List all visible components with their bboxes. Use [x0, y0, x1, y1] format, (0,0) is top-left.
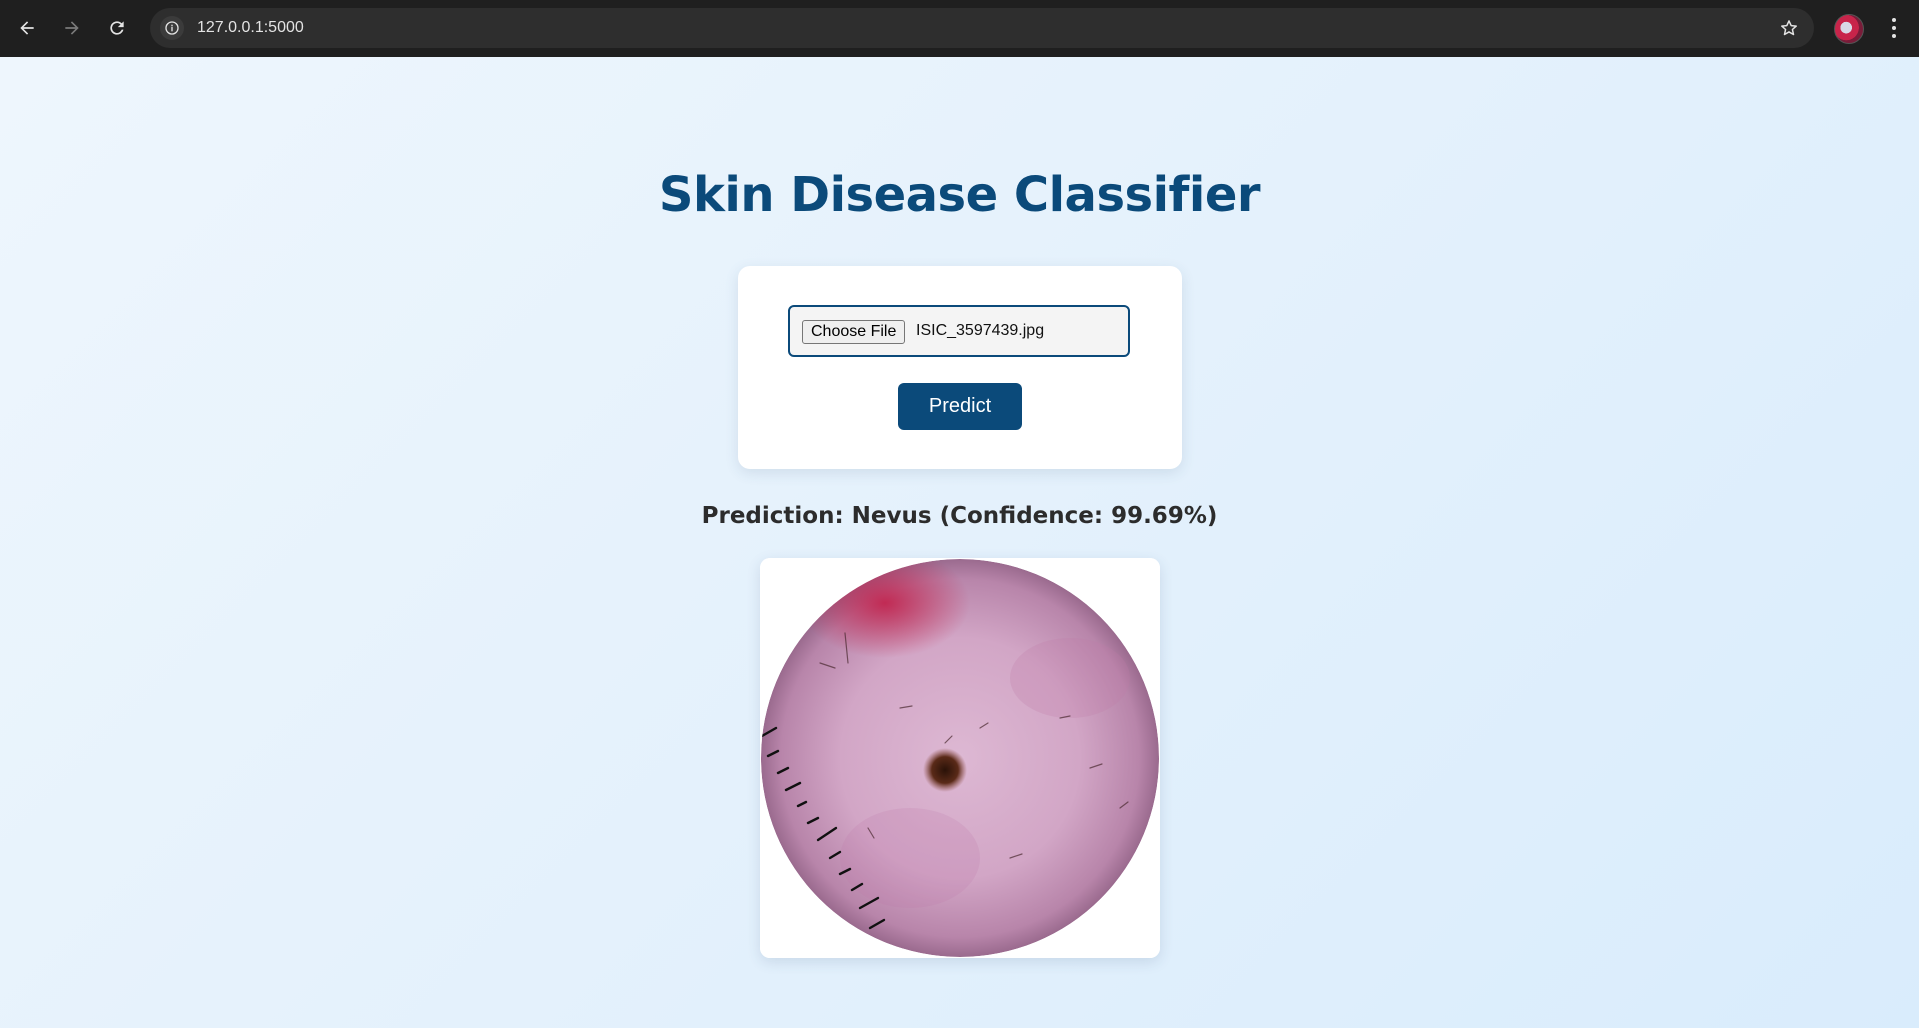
- choose-file-button[interactable]: Choose File: [802, 320, 906, 344]
- address-bar[interactable]: 127.0.0.1:5000: [150, 8, 1814, 48]
- back-arrow-icon: [20, 21, 34, 35]
- page-title: Skin Disease Classifier: [658, 167, 1261, 223]
- predict-button[interactable]: Predict: [898, 383, 1022, 430]
- page-body: Skin Disease Classifier Choose File ISIC…: [0, 57, 1919, 1028]
- star-icon: [1781, 20, 1797, 36]
- browser-toolbar: 127.0.0.1:5000: [0, 0, 1919, 58]
- back-button[interactable]: [12, 13, 42, 43]
- prediction-result: Prediction: Nevus (Confidence: 99.69%): [701, 503, 1218, 529]
- uploaded-image-card: [760, 558, 1160, 958]
- reload-button[interactable]: [102, 13, 132, 43]
- more-vert-icon[interactable]: [1882, 15, 1906, 41]
- info-icon: [165, 21, 179, 35]
- upload-card: Choose File ISIC_3597439.jpg Predict: [738, 266, 1182, 469]
- file-input[interactable]: Choose File ISIC_3597439.jpg: [788, 305, 1130, 357]
- bookmark-button[interactable]: [1778, 17, 1800, 39]
- selected-file-name: ISIC_3597439.jpg: [916, 322, 1045, 339]
- forward-arrow-icon: [65, 21, 79, 35]
- reload-icon: [110, 21, 124, 35]
- profile-avatar[interactable]: [1834, 14, 1864, 44]
- url-text[interactable]: 127.0.0.1:5000: [197, 19, 304, 37]
- skin-lesion-image: [760, 558, 1160, 958]
- site-info-button[interactable]: [160, 16, 184, 40]
- forward-button[interactable]: [57, 13, 87, 43]
